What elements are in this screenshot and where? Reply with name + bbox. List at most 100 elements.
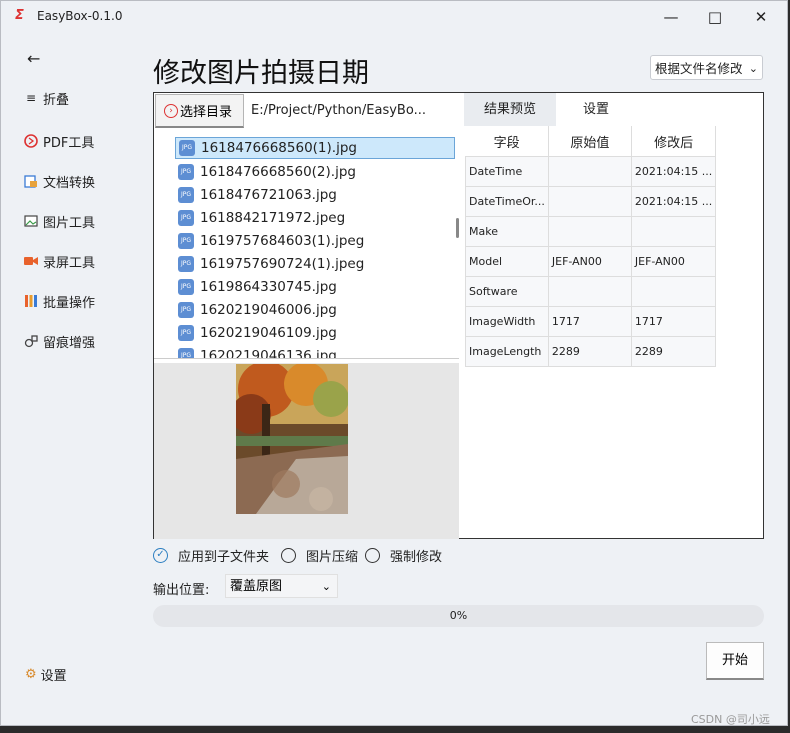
table-row[interactable]: ImageLength 2289 2289 <box>465 336 717 367</box>
minimize-button[interactable]: — <box>649 3 693 31</box>
jpg-file-icon: JPG <box>178 164 194 180</box>
close-button[interactable]: ✕ <box>739 3 783 31</box>
checked-icon: ✓ <box>153 548 168 563</box>
list-item[interactable]: JPG 1618476721063.jpg <box>175 184 455 206</box>
table-row[interactable]: DateTimeOr... 2021:04:15 ... <box>465 186 717 217</box>
folder-pick-icon: › <box>164 103 178 118</box>
table-cell: JEF-AN00 <box>547 246 632 277</box>
mode-select[interactable]: 根据文件名修改 ⌄ <box>650 55 763 80</box>
table-cell: DateTimeOr... <box>465 186 549 217</box>
sidebar-item-image[interactable]: 图片工具 <box>23 210 95 232</box>
output-location-select[interactable]: 覆盖原图 ⌄ <box>225 574 338 598</box>
sidebar-item-label: 图片工具 <box>43 215 96 231</box>
table-cell: ImageLength <box>465 336 549 367</box>
page-title: 修改图片拍摄日期 <box>153 58 369 89</box>
list-item[interactable]: JPG 1618476668560(2).jpg <box>175 161 455 183</box>
column-header: 修改后 <box>631 126 717 157</box>
list-item[interactable]: JPG 1619864330745.jpg <box>175 276 455 298</box>
app-logo-icon: Σ <box>15 8 24 23</box>
sidebar-item-record[interactable]: 录屏工具 <box>23 250 95 272</box>
table-cell <box>630 216 717 247</box>
sidebar-item-label: 批量操作 <box>43 295 96 311</box>
compress-label: 图片压缩 <box>306 550 359 565</box>
jpg-file-icon: JPG <box>178 279 194 295</box>
table-row[interactable]: Make <box>465 216 717 247</box>
start-button[interactable]: 开始 <box>706 642 764 680</box>
file-list-scrollbar[interactable] <box>456 218 459 238</box>
output-location-label: 输出位置: <box>153 583 210 598</box>
table-cell: ImageWidth <box>465 306 549 337</box>
file-list[interactable]: JPG 1618476668560(1).jpg JPG 1618476668560… <box>154 129 459 359</box>
enhance-icon <box>23 333 39 349</box>
apply-subfolder-option[interactable]: ✓ 应用到子文件夹 <box>153 546 269 565</box>
progress-text: 0% <box>449 609 468 622</box>
select-directory-label: 选择目录 <box>180 105 233 120</box>
back-button[interactable]: ← <box>27 47 40 69</box>
window-title: EasyBox-0.1.0 <box>37 9 123 23</box>
directory-path: E:/Project/Python/EasyBo... <box>251 103 426 118</box>
table-cell <box>547 216 632 247</box>
column-header: 字段 <box>465 126 549 157</box>
list-item[interactable]: JPG 1619757684603(1).jpeg <box>175 230 455 252</box>
column-header: 原始值 <box>548 126 632 157</box>
select-directory-button[interactable]: › 选择目录 <box>155 94 244 128</box>
table-row[interactable]: Model JEF-AN00 JEF-AN00 <box>465 246 717 277</box>
list-item[interactable]: JPG 1620219046006.jpg <box>175 299 455 321</box>
settings-button[interactable]: ⚙ 设置 <box>25 665 67 684</box>
table-row[interactable]: ImageWidth 1717 1717 <box>465 306 717 337</box>
table-cell: Make <box>465 216 549 247</box>
force-option[interactable]: 强制修改 <box>365 546 442 565</box>
sidebar: ← ≡ 折叠 PDF工具 文档转换 图片工具 录屏工具 批量操作 留痕增强 <box>1 41 141 721</box>
table-cell: 2021:04:15 ... <box>630 186 717 217</box>
jpg-file-icon: JPG <box>178 256 194 272</box>
sidebar-item-convert[interactable]: 文档转换 <box>23 170 95 192</box>
sidebar-item-enhance[interactable]: 留痕增强 <box>23 330 95 352</box>
tab-result-preview[interactable]: 结果预览 <box>464 93 556 126</box>
sidebar-item-label: 文档转换 <box>43 175 96 191</box>
list-item[interactable]: JPG 1620219046109.jpg <box>175 322 455 344</box>
title-bar: Σ EasyBox-0.1.0 — □ ✕ <box>1 1 787 33</box>
table-cell: 2289 <box>630 336 717 367</box>
table-cell <box>630 276 717 307</box>
table-cell <box>547 156 632 187</box>
jpg-file-icon: JPG <box>178 233 194 249</box>
list-item[interactable]: JPG 1618842171972.jpeg <box>175 207 455 229</box>
gear-icon: ⚙ <box>25 667 37 682</box>
batch-icon <box>23 293 39 309</box>
sidebar-item-pdf[interactable]: PDF工具 <box>23 130 94 152</box>
tab-settings[interactable]: 设置 <box>564 93 628 126</box>
list-item[interactable]: JPG 1618476668560(1).jpg <box>175 137 455 159</box>
app-window: Σ EasyBox-0.1.0 — □ ✕ ← ≡ 折叠 PDF工具 文档转换 … <box>0 0 788 726</box>
sidebar-item-collapse[interactable]: ≡ 折叠 <box>23 87 69 109</box>
jpg-file-icon: JPG <box>178 302 194 318</box>
table-cell <box>547 186 632 217</box>
table-cell: DateTime <box>465 156 549 187</box>
output-location-value: 覆盖原图 <box>230 579 283 594</box>
table-cell: Model <box>465 246 549 277</box>
table-row[interactable]: DateTime 2021:04:15 ... <box>465 156 717 187</box>
list-item[interactable]: JPG 1619757690724(1).jpeg <box>175 253 455 275</box>
maximize-button[interactable]: □ <box>693 3 737 31</box>
compress-option[interactable]: 图片压缩 <box>281 546 358 565</box>
table-cell: 1717 <box>547 306 632 337</box>
table-cell: JEF-AN00 <box>630 246 717 277</box>
jpg-file-icon: JPG <box>178 210 194 226</box>
apply-subfolder-label: 应用到子文件夹 <box>178 550 270 565</box>
watermark: CSDN @司小远 <box>691 713 770 726</box>
jpg-file-icon: JPG <box>179 140 195 156</box>
result-tabs: 结果预览 设置 <box>464 93 764 126</box>
list-item[interactable]: JPG 1620219046136.jpg <box>175 345 455 358</box>
table-cell: 2289 <box>547 336 632 367</box>
table-cell <box>547 276 632 307</box>
table-row[interactable]: Software <box>465 276 717 307</box>
pdf-icon <box>23 133 39 149</box>
sidebar-item-batch[interactable]: 批量操作 <box>23 290 95 312</box>
sidebar-item-label: 录屏工具 <box>43 255 96 271</box>
sidebar-item-label: 折叠 <box>43 92 70 108</box>
jpg-file-icon: JPG <box>178 325 194 341</box>
force-label: 强制修改 <box>390 550 443 565</box>
image-icon <box>23 213 39 229</box>
settings-label: 设置 <box>40 669 67 684</box>
exif-table: 字段 原始值 修改后 DateTime 2021:04:15 ... DateTi… <box>465 126 717 367</box>
preview-photo <box>236 364 348 514</box>
